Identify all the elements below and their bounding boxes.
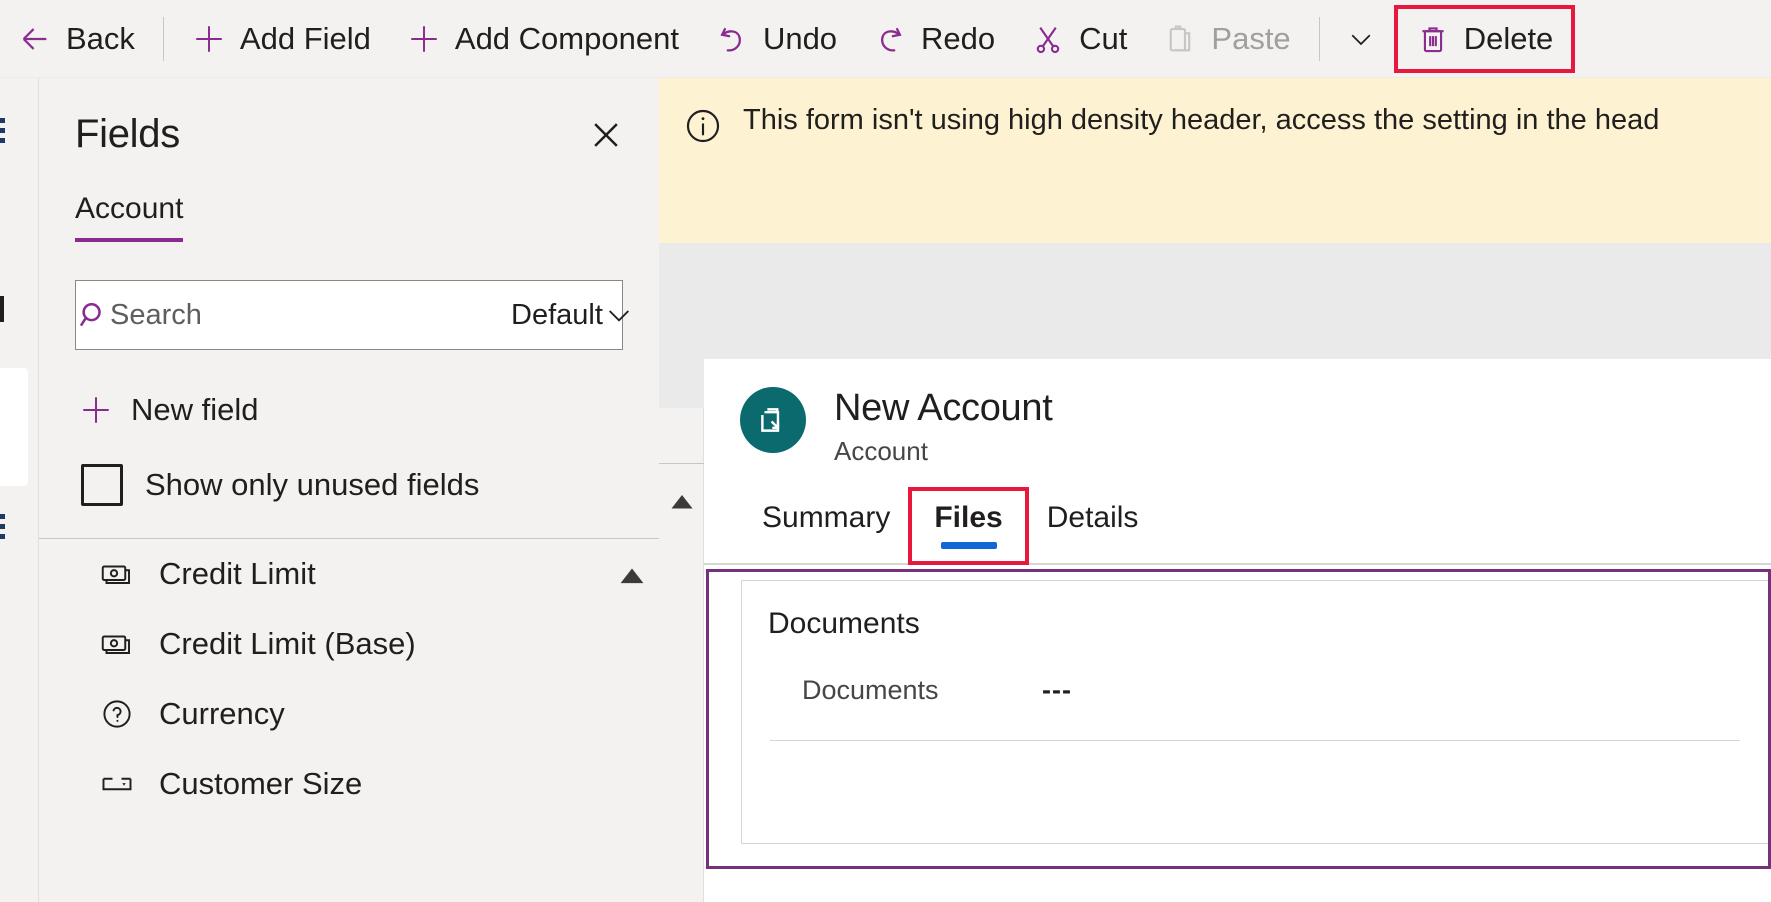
plus-icon [79,393,113,427]
left-rail [0,78,38,902]
tab-details[interactable]: Details [1025,491,1161,561]
rail-marker [0,296,4,322]
lookup-icon [97,694,137,734]
toolbar-separator-1 [162,16,164,61]
tab-active-underline [940,542,997,549]
list-item[interactable]: Credit Limit [39,539,659,609]
tab-summary[interactable]: Summary [740,491,912,561]
chevron-down-icon [1344,22,1378,56]
record-titles: New Account Account [834,387,1053,467]
paste-button: Paste [1145,9,1308,69]
tab-account[interactable]: Account [75,192,184,242]
list-item[interactable]: Customer Size [39,749,659,819]
scissors-icon [1031,22,1065,56]
rail-selected-card[interactable] [0,368,28,486]
scrollbar-rule [659,463,704,464]
undo-label: Undo [762,20,838,56]
clipboard-icon [1163,22,1197,56]
delete-label: Delete [1463,20,1554,56]
list-item[interactable]: Credit Limit (Base) [39,609,659,679]
account-entity-icon [740,387,806,453]
back-button[interactable]: Back [0,9,153,69]
page-title: Fields [75,112,180,156]
add-field-label: Add Field [239,20,371,56]
scroll-up-icon[interactable] [615,561,649,589]
chevron-down-icon [603,299,635,331]
redo-label: Redo [921,20,996,56]
delete-button[interactable]: Delete [1398,9,1572,69]
form-designer: Back Add Field Add Component Undo Redo C… [0,0,1771,902]
checkbox-box [81,464,123,506]
close-icon[interactable] [583,112,629,158]
section-title: Documents [768,607,920,640]
drag-handle-icon[interactable] [0,118,10,143]
plus-icon [407,22,441,56]
back-label: Back [66,20,135,56]
fields-search-row: Default [39,280,659,350]
tab-details-label: Details [1046,501,1139,534]
redo-icon [873,22,907,56]
scroll-up-icon[interactable] [667,488,697,514]
money-icon [97,624,137,664]
new-field-button[interactable]: New field [79,392,659,428]
notification-text: This form isn't using high density heade… [743,104,1660,136]
record-name: New Account [834,387,1053,429]
form-section-body: Documents Documents --- [741,580,1768,844]
redo-button[interactable]: Redo [855,9,1013,69]
info-icon [681,104,725,148]
record-header: New Account Account [704,359,1771,467]
fields-list: Credit Limit Credit Limit (Base) Currenc… [39,539,659,819]
list-item-label: Currency [159,696,285,731]
search-input[interactable] [110,298,487,332]
plus-icon [192,22,226,56]
search-icon [76,298,110,332]
trash-icon [1416,22,1450,56]
drag-handle-icon[interactable] [0,514,10,539]
show-unused-fields-label: Show only unused fields [145,467,480,502]
paste-label: Paste [1211,20,1291,56]
toolbar-separator-2 [1318,16,1320,61]
list-item-label: Customer Size [159,766,363,801]
section-field-divider [770,740,1740,741]
add-field-button[interactable]: Add Field [174,9,389,69]
cut-label: Cut [1079,20,1128,56]
optionset-icon [97,764,137,804]
notification-banner: This form isn't using high density heade… [659,78,1771,243]
record-entity: Account [834,436,928,466]
money-icon [97,554,137,594]
delete-highlight: Delete [1393,4,1576,73]
form-canvas: This form isn't using high density heade… [659,78,1771,902]
form-field-row[interactable]: Documents --- [802,675,1768,706]
cut-button[interactable]: Cut [1013,9,1145,69]
undo-button[interactable]: Undo [697,9,855,69]
designer-surface: New Account Account Summary Files Detail… [659,243,1771,902]
arrow-left-icon [18,22,52,56]
form-tabs: Summary Files Details [740,487,1771,565]
field-filter-value: Default [511,298,603,331]
more-commands-button[interactable] [1330,22,1392,56]
fields-search-box[interactable]: Default [75,280,629,350]
form-section-selected[interactable]: Documents Documents --- [706,569,1771,869]
tabs-divider [704,563,1771,565]
show-unused-fields-checkbox[interactable]: Show only unused fields [81,464,659,506]
command-bar: Back Add Field Add Component Undo Redo C… [0,0,1771,78]
fields-panel: Fields Account Defa [38,78,659,902]
list-item[interactable]: Currency [39,679,659,749]
add-component-button[interactable]: Add Component [389,9,697,69]
field-filter-dropdown[interactable]: Default [487,299,653,332]
form-field-label: Documents [802,675,939,705]
tab-summary-label: Summary [762,501,891,534]
form-preview-card: New Account Account Summary Files Detail… [704,359,1771,902]
list-item-label: Credit Limit [159,556,316,591]
form-field-value: --- [1042,675,1072,705]
undo-icon [715,22,749,56]
tab-files[interactable]: Files [908,487,1029,565]
fields-panel-header: Fields [39,78,659,158]
list-item-label: Credit Limit (Base) [159,626,416,661]
canvas-scrollbar[interactable] [659,408,704,902]
tab-files-label: Files [934,501,1003,534]
new-field-label: New field [131,392,259,427]
add-component-label: Add Component [454,20,679,56]
fields-panel-tabs: Account [39,192,659,242]
